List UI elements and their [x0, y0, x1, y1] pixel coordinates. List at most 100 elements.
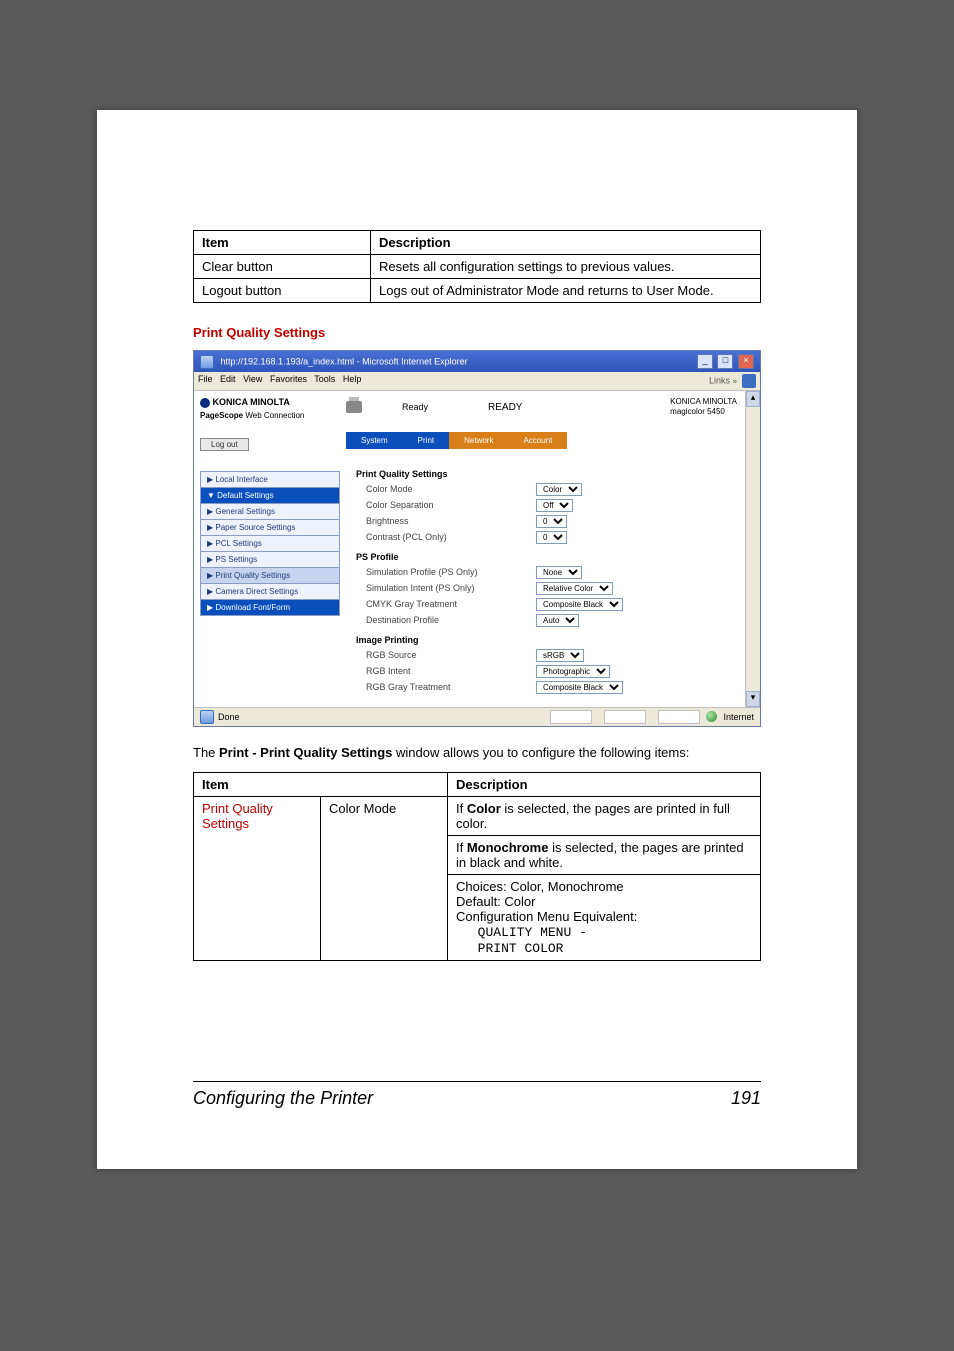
tab-system[interactable]: System	[346, 432, 403, 449]
sidebar-item-default-settings[interactable]: ▼ Default Settings	[200, 487, 340, 503]
label-rgb-source: RGB Source	[356, 650, 536, 660]
sidebar-item-paper-source[interactable]: ▶ Paper Source Settings	[200, 519, 340, 535]
links-label: Links	[709, 375, 730, 385]
tab-print[interactable]: Print	[403, 432, 449, 449]
label-sim-profile: Simulation Profile (PS Only)	[356, 567, 536, 577]
window-titlebar: http://192.168.1.193/a_index.html - Micr…	[194, 351, 760, 372]
cell-sub-item: Color Mode	[321, 796, 448, 960]
table-row: Clear button Resets all configuration se…	[194, 255, 761, 279]
paragraph-intro: The Print - Print Quality Settings windo…	[193, 745, 761, 760]
menu-file[interactable]: File	[198, 374, 213, 384]
label-brightness: Brightness	[356, 516, 536, 526]
label-cmyk-gray: CMYK Gray Treatment	[356, 599, 536, 609]
table-item-description-1: Item Description Clear button Resets all…	[193, 230, 761, 303]
maximize-button[interactable]: □	[717, 354, 733, 369]
internet-zone-icon	[706, 711, 717, 722]
table-header-item: Item	[194, 231, 371, 255]
select-sim-intent[interactable]: Relative Color	[536, 582, 613, 595]
sidebar-item-local-interface[interactable]: ▶ Local Interface	[200, 471, 340, 487]
links-chevron-icon[interactable]: »	[733, 376, 737, 385]
label-rgb-intent: RGB Intent	[356, 666, 536, 676]
cell-desc: Resets all configuration settings to pre…	[371, 255, 761, 279]
group-title-ps: PS Profile	[356, 552, 727, 562]
sidebar-item-general-settings[interactable]: ▶ General Settings	[200, 503, 340, 519]
select-color-separation[interactable]: Off	[536, 499, 573, 512]
embedded-screenshot: http://192.168.1.193/a_index.html - Micr…	[193, 350, 761, 727]
cell-desc-p1: If Color is selected, the pages are prin…	[448, 796, 761, 835]
ie-icon	[200, 355, 214, 369]
brand-subtitle: PageScope Web Connection	[200, 411, 340, 420]
logout-button[interactable]: Log out	[200, 438, 249, 451]
select-rgb-gray[interactable]: Composite Black	[536, 681, 623, 694]
cell-item: Logout button	[194, 279, 371, 303]
label-sim-intent: Simulation Intent (PS Only)	[356, 583, 536, 593]
status-segment	[550, 710, 592, 724]
select-dest-profile[interactable]: Auto	[536, 614, 579, 627]
close-button[interactable]: ×	[738, 354, 754, 369]
select-color-mode[interactable]: Color	[536, 483, 582, 496]
label-color-mode: Color Mode	[356, 484, 536, 494]
scroll-down-icon[interactable]: ▾	[746, 691, 760, 707]
select-cmyk-gray[interactable]: Composite Black	[536, 598, 623, 611]
brand-logo-icon	[200, 398, 210, 408]
status-done: Done	[218, 712, 240, 722]
throbber-icon	[742, 374, 756, 388]
table-row: Logout button Logs out of Administrator …	[194, 279, 761, 303]
browser-statusbar: Done Internet	[194, 707, 760, 726]
section-title: Print Quality Settings	[193, 325, 761, 340]
table-header-item: Item	[194, 772, 448, 796]
status-segment	[658, 710, 700, 724]
menu-tools[interactable]: Tools	[314, 374, 335, 384]
footer-section-title: Configuring the Printer	[193, 1088, 373, 1109]
cell-desc: Logs out of Administrator Mode and retur…	[371, 279, 761, 303]
label-contrast: Contrast (PCL Only)	[356, 532, 536, 542]
tab-network[interactable]: Network	[449, 432, 508, 449]
menu-view[interactable]: View	[243, 374, 262, 384]
printer-icon	[346, 401, 362, 413]
scroll-up-icon[interactable]: ▴	[746, 391, 760, 407]
status-ready: READY	[488, 402, 522, 413]
tab-strip: System Print Network Account	[346, 432, 737, 449]
sidebar-item-pcl-settings[interactable]: ▶ PCL Settings	[200, 535, 340, 551]
menu-help[interactable]: Help	[343, 374, 362, 384]
sidebar-item-ps-settings[interactable]: ▶ PS Settings	[200, 551, 340, 567]
menu-edit[interactable]: Edit	[220, 374, 236, 384]
model-info: KONICA MINOLTA magicolor 5450	[670, 397, 737, 418]
window-title: http://192.168.1.193/a_index.html - Micr…	[221, 356, 468, 366]
brand-label: KONICA MINOLTA	[213, 397, 290, 407]
sidebar-item-camera-direct[interactable]: ▶ Camera Direct Settings	[200, 583, 340, 599]
label-color-separation: Color Separation	[356, 500, 536, 510]
select-contrast[interactable]: 0	[536, 531, 567, 544]
browser-menubar: File Edit View Favorites Tools Help Link…	[194, 372, 760, 391]
table-item-description-2: Item Description Print Quality Settings …	[193, 772, 761, 961]
group-title-pq: Print Quality Settings	[356, 469, 727, 479]
sidebar-item-download-font[interactable]: ▶ Download Font/Form	[200, 599, 340, 616]
select-rgb-source[interactable]: sRGB	[536, 649, 584, 662]
cell-desc-choices: Choices: Color, Monochrome Default: Colo…	[448, 874, 761, 960]
cell-item: Clear button	[194, 255, 371, 279]
select-sim-profile[interactable]: None	[536, 566, 582, 579]
page-footer: Configuring the Printer 191	[193, 1081, 761, 1109]
status-zone: Internet	[723, 712, 754, 722]
select-brightness[interactable]: 0	[536, 515, 567, 528]
scrollbar-vertical[interactable]: ▴ ▾	[745, 391, 760, 707]
group-title-image: Image Printing	[356, 635, 727, 645]
minimize-button[interactable]: _	[697, 354, 713, 369]
settings-panel: Print Quality Settings Color ModeColor C…	[346, 453, 737, 701]
table-header-description: Description	[448, 772, 761, 796]
side-nav: ▶ Local Interface ▼ Default Settings ▶ G…	[200, 471, 340, 616]
menu-favorites[interactable]: Favorites	[270, 374, 307, 384]
cell-item-group: Print Quality Settings	[194, 796, 321, 960]
status-segment	[604, 710, 646, 724]
tab-account[interactable]: Account	[508, 432, 567, 449]
screenshot-left-column: KONICA MINOLTA PageScope Web Connection …	[194, 391, 346, 707]
sidebar-item-print-quality[interactable]: ▶ Print Quality Settings	[200, 567, 340, 583]
status-page-icon	[200, 710, 214, 724]
table-header-description: Description	[371, 231, 761, 255]
select-rgb-intent[interactable]: Photographic	[536, 665, 610, 678]
label-dest-profile: Destination Profile	[356, 615, 536, 625]
footer-page-number: 191	[731, 1088, 761, 1109]
cell-desc-p2: If Monochrome is selected, the pages are…	[448, 835, 761, 874]
table-row: Print Quality Settings Color Mode If Col…	[194, 796, 761, 835]
window-controls: _ □ ×	[695, 354, 754, 369]
